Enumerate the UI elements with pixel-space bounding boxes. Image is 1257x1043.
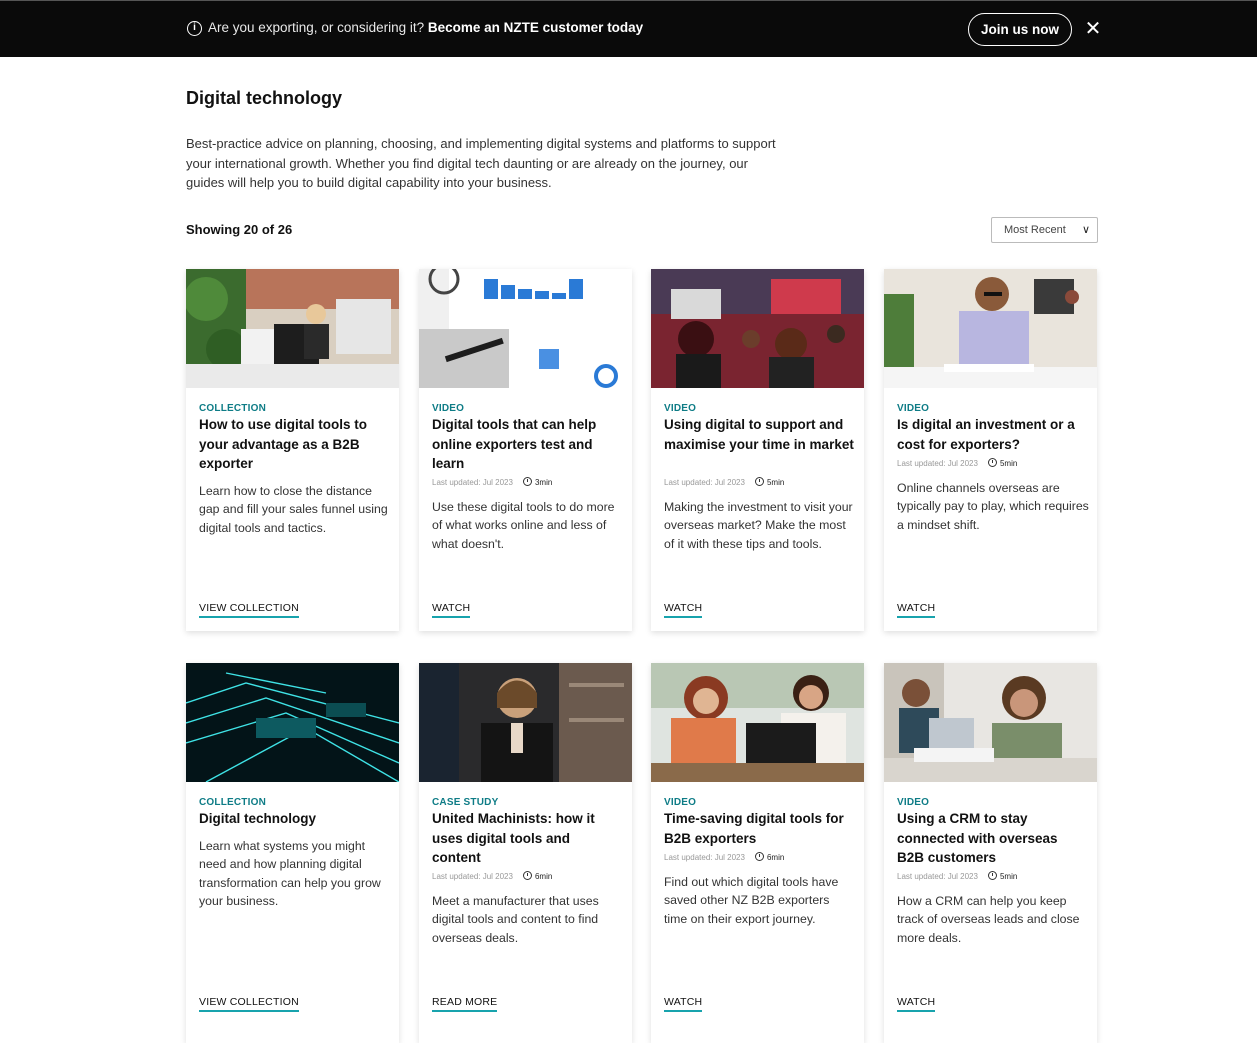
export-banner: i Are you exporting, or considering it? … [0, 0, 1257, 57]
card-image-two-women-laptop [651, 663, 864, 782]
sort-select[interactable]: Most Recent ∨ [991, 217, 1098, 243]
card-image-man-writing [884, 269, 1097, 388]
card-meta: Last updated: Jul 2023 5min [897, 458, 1017, 468]
card-title[interactable]: How to use digital tools to your advanta… [199, 415, 389, 474]
card-cta-link[interactable]: WATCH [897, 602, 936, 618]
card-title[interactable]: Time-saving digital tools for B2B export… [664, 809, 854, 848]
card-cta-link[interactable]: WATCH [897, 996, 936, 1012]
article-card[interactable]: VIDEO Time-saving digital tools for B2B … [651, 663, 864, 1043]
card-duration: 5min [999, 459, 1018, 468]
card-type: VIDEO [897, 797, 930, 808]
clock-icon [754, 852, 764, 861]
card-image-analytics-chart [419, 269, 632, 388]
card-description: Learn what systems you might need and ho… [199, 839, 381, 908]
card-duration: 6min [534, 872, 553, 881]
card-title[interactable]: Digital tools that can help online expor… [432, 415, 622, 474]
article-card[interactable]: COLLECTION Digital technology Learn what… [186, 663, 399, 1043]
clock-icon [522, 871, 532, 880]
card-title[interactable]: Using digital to support and maximise yo… [664, 415, 854, 454]
card-cta-link[interactable]: WATCH [432, 602, 471, 618]
card-type: CASE STUDY [432, 797, 499, 808]
article-card[interactable]: VIDEO Is digital an investment or a cost… [884, 269, 1097, 631]
card-image-call-center [884, 663, 1097, 782]
clock-icon [987, 871, 997, 880]
card-description: Making the investment to visit your over… [664, 500, 853, 551]
chevron-down-icon: ∨ [1081, 224, 1090, 236]
card-image-woman-portrait [419, 663, 632, 782]
card-description: Learn how to close the distance gap and … [199, 484, 388, 535]
card-title[interactable]: United Machinists: how it uses digital t… [432, 809, 622, 868]
card-type: COLLECTION [199, 403, 266, 414]
clock-icon [987, 458, 997, 467]
info-icon: i [187, 21, 202, 36]
article-card[interactable]: VIDEO Using digital to support and maxim… [651, 269, 864, 631]
card-meta: Last updated: Jul 2023 6min [664, 852, 784, 862]
card-cta-link[interactable]: WATCH [664, 602, 703, 618]
banner-message-bold: Become an NZTE customer today [427, 20, 644, 35]
card-duration: 5min [766, 478, 785, 487]
sort-select-value: Most Recent [1004, 224, 1066, 236]
card-type: VIDEO [664, 797, 697, 808]
card-duration: 6min [766, 853, 785, 862]
card-updated: Last updated: Jul 2023 [897, 459, 978, 468]
card-duration: 5min [999, 872, 1018, 881]
card-updated: Last updated: Jul 2023 [432, 478, 513, 487]
card-description: How a CRM can help you keep track of ove… [897, 894, 1080, 945]
card-updated: Last updated: Jul 2023 [664, 853, 745, 862]
article-card[interactable]: VIDEO Using a CRM to stay connected with… [884, 663, 1097, 1043]
card-description: Use these digital tools to do more of wh… [432, 500, 615, 551]
card-description: Meet a manufacturer that uses digital to… [432, 894, 599, 945]
banner-message: Are you exporting, or considering it? Be… [208, 20, 643, 35]
card-cta-link[interactable]: READ MORE [432, 996, 498, 1012]
results-count: Showing 20 of 26 [186, 222, 293, 237]
card-title[interactable]: Digital technology [199, 809, 389, 829]
card-cta-link[interactable]: VIEW COLLECTION [199, 602, 299, 618]
clock-icon [754, 477, 764, 486]
article-card[interactable]: CASE STUDY United Machinists: how it use… [419, 663, 632, 1043]
card-image-office-woman [186, 269, 399, 388]
card-type: COLLECTION [199, 797, 266, 808]
page-intro: Best-practice advice on planning, choosi… [186, 136, 776, 190]
card-meta: Last updated: Jul 2023 5min [664, 477, 784, 487]
card-updated: Last updated: Jul 2023 [432, 872, 513, 881]
card-type: VIDEO [664, 403, 697, 414]
clock-icon [522, 477, 532, 486]
card-meta: Last updated: Jul 2023 5min [897, 871, 1017, 881]
card-image-trade-show [651, 269, 864, 388]
card-image-circuit-board [186, 663, 399, 782]
card-meta: Last updated: Jul 2023 6min [432, 871, 552, 881]
card-type: VIDEO [897, 403, 930, 414]
card-type: VIDEO [432, 403, 465, 414]
card-description: Find out which digital tools have saved … [664, 875, 839, 926]
card-title[interactable]: Is digital an investment or a cost for e… [897, 415, 1087, 454]
article-card[interactable]: VIDEO Digital tools that can help online… [419, 269, 632, 631]
card-meta: Last updated: Jul 2023 3min [432, 477, 552, 487]
card-description: Online channels overseas are typically p… [897, 481, 1089, 532]
card-duration: 3min [534, 478, 553, 487]
card-title[interactable]: Using a CRM to stay connected with overs… [897, 809, 1087, 868]
card-updated: Last updated: Jul 2023 [897, 872, 978, 881]
card-updated: Last updated: Jul 2023 [664, 478, 745, 487]
close-icon[interactable]: ✕ [1084, 18, 1102, 40]
page-title: Digital technology [186, 88, 343, 108]
article-card[interactable]: COLLECTION How to use digital tools to y… [186, 269, 399, 631]
join-us-button[interactable]: Join us now [968, 13, 1072, 46]
banner-message-text: Are you exporting, or considering it? [208, 20, 425, 35]
card-cta-link[interactable]: VIEW COLLECTION [199, 996, 299, 1012]
card-cta-link[interactable]: WATCH [664, 996, 703, 1012]
